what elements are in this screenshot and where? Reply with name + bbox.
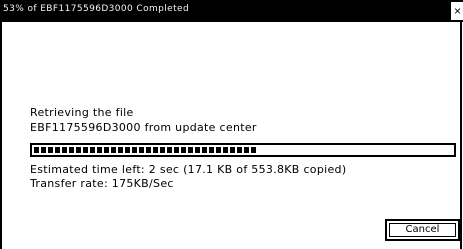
estimated-time-text: Estimated time left: 2 sec (17.1 KB of 5…	[30, 163, 347, 176]
close-icon[interactable]: ×	[449, 2, 463, 20]
window-title: 53% of EBF1175596D3000 Completed	[3, 4, 190, 14]
title-bar[interactable]: 53% of EBF1175596D3000 Completed ×	[0, 0, 463, 22]
window-frame-right	[460, 22, 462, 249]
progress-fill	[34, 147, 256, 153]
cancel-button-label: Cancel	[405, 224, 440, 235]
download-dialog: 53% of EBF1175596D3000 Completed × Retri…	[0, 0, 463, 249]
download-progress-bar	[30, 143, 456, 157]
file-source-text: EBF1175596D3000 from update center	[30, 121, 257, 134]
cancel-button[interactable]: Cancel	[385, 219, 460, 241]
status-text: Retrieving the file	[30, 106, 134, 119]
transfer-rate-text: Transfer rate: 175KB/Sec	[30, 177, 174, 190]
window-frame-left	[0, 22, 2, 249]
